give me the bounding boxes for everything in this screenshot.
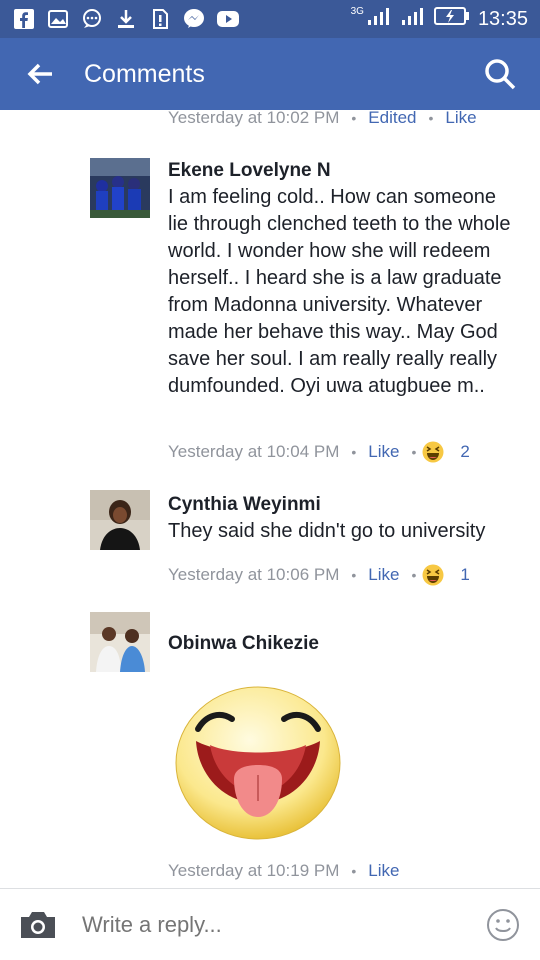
avatar[interactable] xyxy=(90,158,150,218)
timestamp: Yesterday at 10:04 PM xyxy=(168,442,340,461)
reply-input[interactable] xyxy=(82,911,442,938)
search-button[interactable] xyxy=(470,38,530,110)
haha-reaction-icon[interactable] xyxy=(422,564,444,586)
comment-meta: Yesterday at 10:04 PM • Like • 2 xyxy=(168,441,470,463)
reaction-count[interactable]: 1 xyxy=(460,565,469,585)
page-title: Comments xyxy=(84,59,205,88)
reply-composer xyxy=(0,888,540,960)
network-type: 3G xyxy=(350,5,364,17)
messenger-icon xyxy=(182,7,206,31)
camera-button[interactable] xyxy=(16,905,60,945)
battery-charging-icon xyxy=(433,7,470,31)
facebook-notification-icon xyxy=(12,7,36,31)
reaction-count[interactable]: 2 xyxy=(460,442,469,462)
status-bar: 3G 13:35 xyxy=(0,0,540,38)
comment-author[interactable]: Cynthia Weyinmi xyxy=(168,494,321,516)
signal-icon-2 xyxy=(400,6,426,32)
tongue-out-sticker-icon[interactable] xyxy=(168,683,348,843)
avatar[interactable] xyxy=(90,612,150,672)
previous-comment-meta: Yesterday at 10:02 PM • Edited • Like xyxy=(168,108,477,128)
haha-reaction-icon[interactable] xyxy=(422,441,444,463)
notification-icons xyxy=(12,7,240,31)
like-link[interactable]: Like xyxy=(368,442,399,462)
like-link[interactable]: Like xyxy=(445,108,476,128)
alert-notification-icon xyxy=(148,7,172,31)
comment-meta: Yesterday at 10:06 PM • Like • 1 xyxy=(168,564,470,586)
image-notification-icon xyxy=(46,7,70,31)
timestamp: Yesterday at 10:02 PM xyxy=(168,108,340,127)
avatar[interactable] xyxy=(90,490,150,550)
timestamp: Yesterday at 10:19 PM xyxy=(168,861,340,880)
like-link[interactable]: Like xyxy=(368,565,399,585)
back-button[interactable] xyxy=(10,38,70,110)
arrow-left-icon xyxy=(27,63,52,85)
comment-author[interactable]: Ekene Lovelyne N xyxy=(168,160,331,182)
signal-icon-1 xyxy=(366,6,392,32)
system-status: 3G 13:35 xyxy=(351,6,528,32)
timestamp: Yesterday at 10:06 PM xyxy=(168,565,340,584)
youtube-icon xyxy=(216,7,240,31)
like-link[interactable]: Like xyxy=(368,861,399,881)
smiley-icon xyxy=(487,908,519,941)
search-icon xyxy=(485,59,516,90)
comment-text: They said she didn't go to university xyxy=(168,520,486,542)
camera-icon xyxy=(21,911,55,938)
clock: 13:35 xyxy=(477,7,528,30)
edited-link[interactable]: Edited xyxy=(368,108,416,128)
comment-text: I am feeling cold.. How can someone lie … xyxy=(168,186,511,397)
comment-author[interactable]: Obinwa Chikezie xyxy=(168,633,319,655)
comment-meta: Yesterday at 10:19 PM • Like xyxy=(168,861,400,881)
emoji-button[interactable] xyxy=(486,908,520,942)
app-bar: Comments xyxy=(0,38,540,110)
chat-notification-icon xyxy=(80,7,104,31)
download-icon xyxy=(114,7,138,31)
